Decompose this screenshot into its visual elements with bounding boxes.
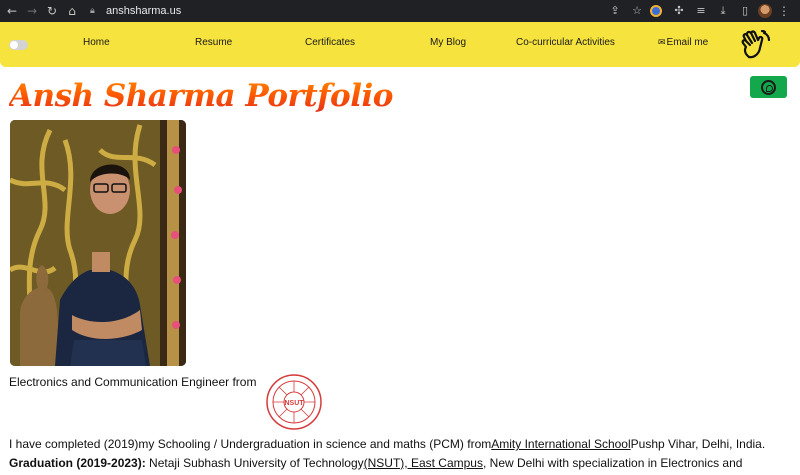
nsut-link[interactable]: (NSUT), East Campus	[364, 456, 483, 470]
nav-resume[interactable]: Resume	[195, 37, 232, 48]
graduation-label: Graduation (2019-2023):	[9, 456, 146, 470]
puzzle-icon[interactable]: ✣	[670, 3, 688, 19]
nav-home[interactable]: Home	[83, 37, 110, 48]
share-icon[interactable]: ⇪	[606, 3, 624, 19]
nsut-logo[interactable]: NSUT	[264, 373, 324, 431]
browser-toolbar: ← → ↻ ⌂ 🔒︎ anshsharma.us ⇪ ☆ ✣ ≡ ⤓ ▯ ⋮	[0, 0, 800, 22]
graduation-paragraph: Graduation (2019-2023): Netaji Subhash U…	[9, 456, 742, 470]
forward-arrow-icon[interactable]: →	[24, 3, 40, 19]
nav-certificates[interactable]: Certificates	[305, 37, 355, 48]
reading-list-icon[interactable]: ≡	[692, 3, 710, 19]
page-title: Ansh Sharma Portfolio	[9, 78, 393, 114]
amity-school-link[interactable]: Amity International School	[491, 437, 630, 451]
intro-text: Electronics and Communication Engineer f…	[9, 375, 257, 389]
schooling-text: I have completed (2019)my Schooling / Un…	[9, 437, 492, 451]
graduation-text: Netaji Subhash University of Technology	[145, 456, 364, 470]
profile-avatar[interactable]	[758, 4, 772, 18]
nav-co-curricular[interactable]: Co-curricular Activities	[516, 37, 615, 48]
whatsapp-icon	[761, 79, 776, 95]
home-icon[interactable]: ⌂	[64, 3, 80, 19]
url-text[interactable]: anshsharma.us	[106, 5, 181, 17]
menu-icon[interactable]: ⋮	[778, 4, 790, 18]
star-icon[interactable]: ☆	[628, 3, 646, 19]
lock-icon: 🔒︎	[90, 6, 95, 16]
site-navbar: Home Resume Certificates My Blog Co-curr…	[0, 22, 800, 67]
reload-icon[interactable]: ↻	[44, 3, 60, 19]
waving-hand-icon[interactable]	[740, 30, 772, 60]
profile-photo	[10, 120, 186, 366]
email-label: Email me	[666, 37, 709, 48]
theme-toggle[interactable]	[9, 40, 28, 50]
schooling-paragraph: I have completed (2019)my Schooling / Un…	[9, 437, 765, 451]
side-panel-icon[interactable]: ▯	[736, 3, 754, 19]
back-arrow-icon[interactable]: ←	[4, 3, 20, 19]
toggle-knob	[10, 41, 18, 49]
nav-email-me[interactable]: ✉Email me	[658, 37, 708, 48]
envelope-icon: ✉	[658, 38, 666, 48]
schooling-location: Pushp Vihar, Delhi, India.	[630, 437, 766, 451]
download-icon[interactable]: ⤓	[714, 3, 732, 19]
nsut-logo-text: NSUT	[284, 400, 304, 407]
graduation-text-2: , New Delhi with specialization in Elect…	[482, 456, 743, 470]
whatsapp-button[interactable]	[750, 76, 787, 98]
nav-my-blog[interactable]: My Blog	[430, 37, 466, 48]
extension-badge-icon[interactable]	[650, 5, 662, 17]
address-bar[interactable]: 🔒︎ anshsharma.us	[90, 5, 181, 17]
